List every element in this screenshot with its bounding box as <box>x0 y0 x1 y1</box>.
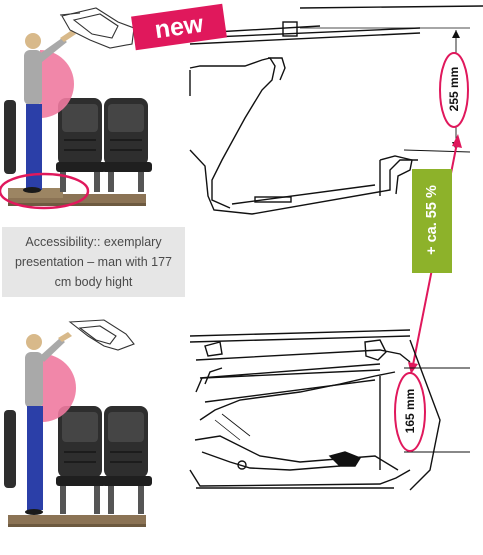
bottom-scene <box>4 319 470 527</box>
top-bin-sketch <box>59 7 135 49</box>
bottom-floor <box>8 515 146 524</box>
lower-dimension-label: 165 mm <box>403 388 417 434</box>
caption-text: Accessibility:: exemplary presentation –… <box>14 235 173 289</box>
lower-dimension-label-wrap: 165 mm <box>380 389 440 434</box>
increase-label: + ca. 55 % <box>424 185 440 255</box>
bottom-seat-row <box>4 406 152 514</box>
bottom-bin-sketch <box>68 319 135 351</box>
accessibility-caption: Accessibility:: exemplary presentation –… <box>2 227 185 297</box>
upper-dimension-label-wrap: 255 mm <box>424 67 483 112</box>
increase-label-wrap: + ca. 55 % <box>382 185 482 255</box>
top-scene <box>0 5 483 215</box>
upper-dimension-label: 255 mm <box>447 66 461 112</box>
